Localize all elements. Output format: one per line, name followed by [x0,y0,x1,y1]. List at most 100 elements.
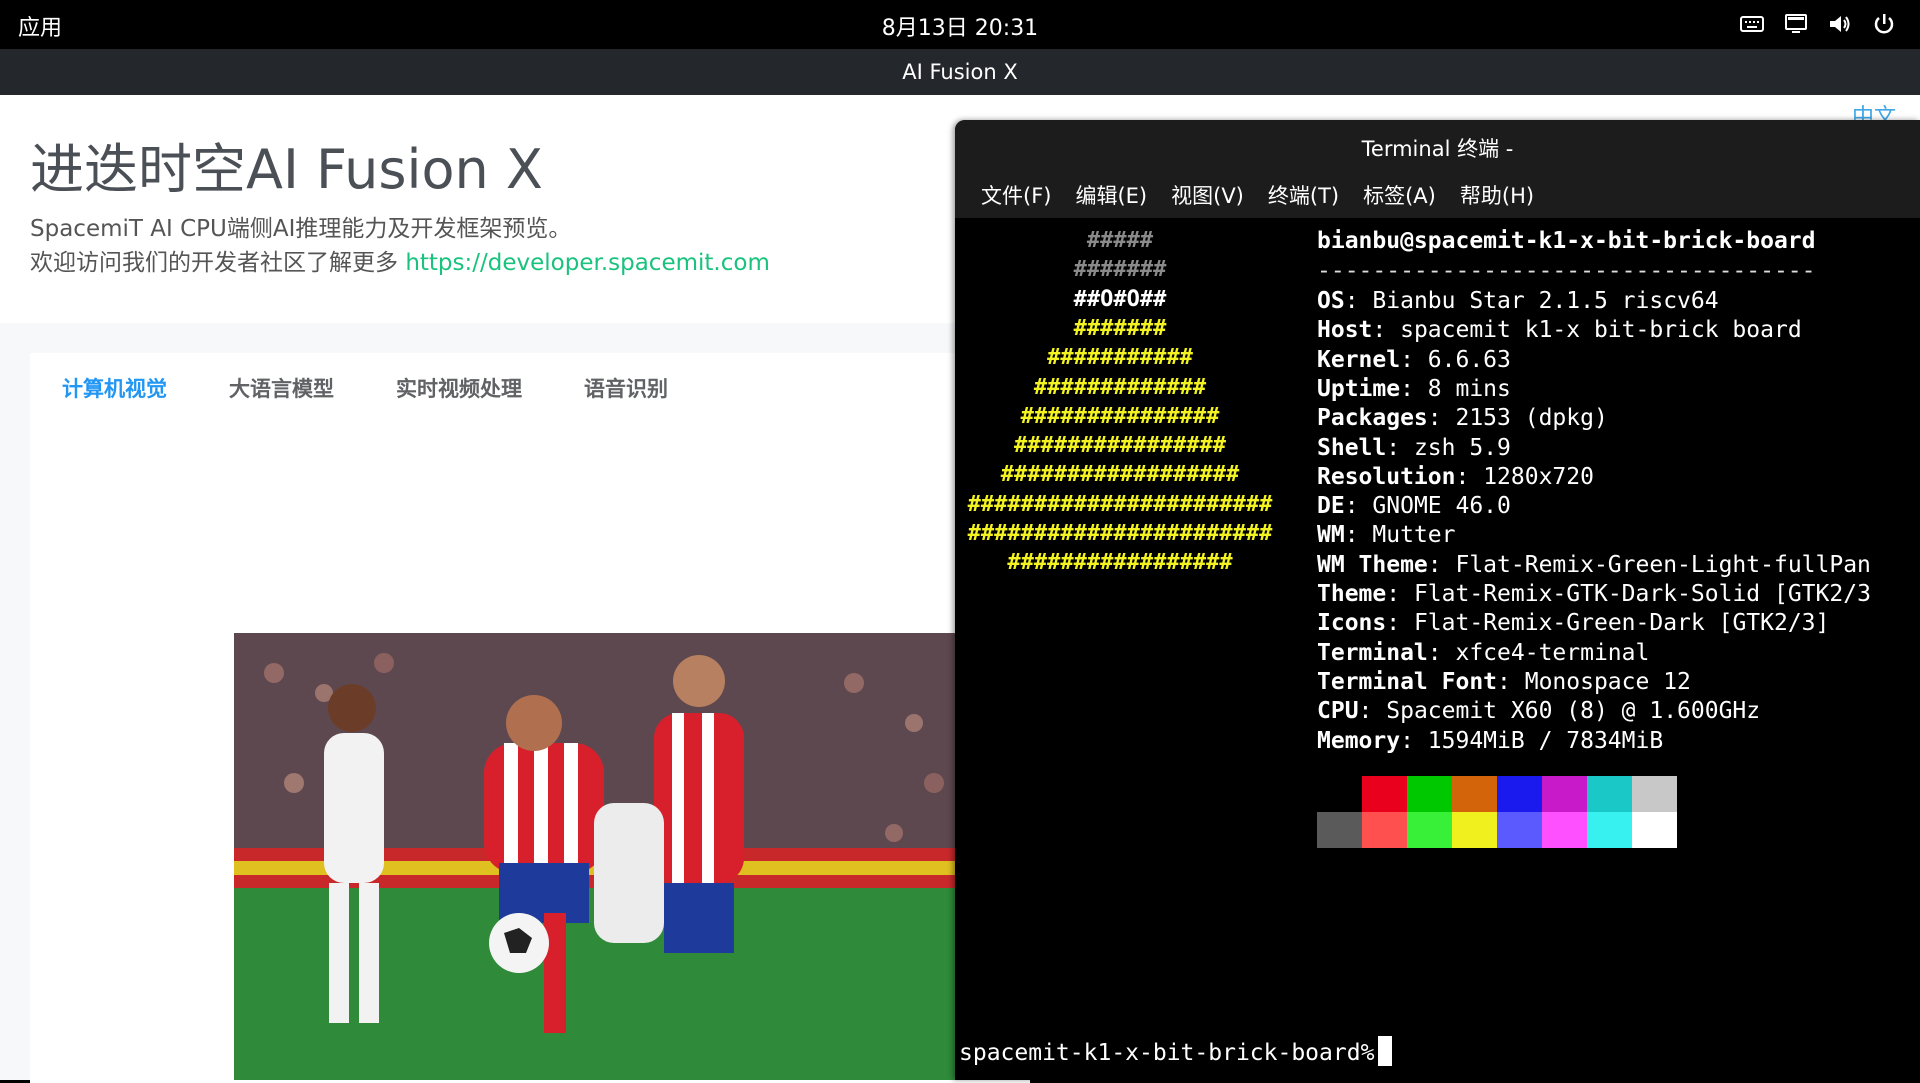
palette-swatch [1587,812,1632,848]
info-value: xfce4-terminal [1455,639,1650,666]
info-value: spacemit k1-x bit-brick board [1400,317,1802,344]
clock[interactable]: 8月13日 20:31 [0,10,1920,42]
palette-swatch [1362,776,1407,812]
info-key: Theme [1317,581,1387,607]
tab-computer-vision[interactable]: 计算机视觉 [30,369,198,409]
info-line: Host: spacemit k1-x bit-brick board [1317,317,1802,344]
ascii-logo-line: ##O#O## [1073,286,1167,312]
info-value: 2153 (dpkg) [1455,405,1608,432]
ascii-logo-line: ############# [1033,374,1207,400]
info-key: CPU [1317,698,1359,725]
ascii-logo-line: ################ [1014,433,1226,459]
menu-help[interactable]: 帮助(H) [1448,178,1546,218]
tab-realtime-video[interactable]: 实时视频处理 [365,369,553,409]
palette-swatch [1542,776,1587,812]
tab-speech-recognition[interactable]: 语音识别 [553,369,699,409]
ascii-logo-line: ####### [1073,315,1167,341]
menu-terminal[interactable]: 终端(T) [1256,178,1351,218]
info-key: Icons [1317,610,1387,637]
info-value: Spacemit X60 (8) @ 1.600GHz [1386,698,1761,725]
palette-swatch [1452,776,1497,812]
info-key: Shell [1317,434,1387,461]
info-line: OS: Bianbu Star 2.1.5 riscv64 [1317,288,1719,314]
page-title: 进迭时空AI Fusion X [30,138,543,201]
info-line: WM: Mutter [1317,522,1456,549]
terminal-window[interactable]: Terminal 终端 - 文件(F) 编辑(E) 视图(V) 终端(T) 标签… [955,120,1920,1080]
app-window-title: AI Fusion X [902,60,1018,84]
menu-view[interactable]: 视图(V) [1159,178,1256,218]
menu-file[interactable]: 文件(F) [969,178,1063,218]
display-icon[interactable] [1784,12,1808,36]
ascii-logo-line: ##### [1086,228,1154,253]
menu-tabs[interactable]: 标签(A) [1351,178,1448,218]
terminal-menubar: 文件(F) 编辑(E) 视图(V) 终端(T) 标签(A) 帮助(H) [955,178,1920,218]
info-line: Uptime: 8 mins [1317,375,1511,402]
tab-bar: 计算机视觉 大语言模型 实时视频处理 语音识别 [30,369,699,409]
info-value: Monospace 12 [1524,668,1691,695]
ascii-logo-line: ############### [1020,403,1220,429]
info-line: CPU: Spacemit X60 (8) @ 1.600GHz [1317,698,1761,725]
info-value: 8 mins [1427,375,1511,402]
palette-swatch [1407,812,1452,848]
palette-swatch [1317,776,1362,812]
ascii-logo-line: ################# [1007,550,1233,576]
palette-swatch [1497,776,1542,812]
ascii-logo-line: ####################### [967,491,1273,517]
info-line: WM Theme: Flat-Remix-Green-Light-fullPan [1317,551,1871,578]
terminal-titlebar[interactable]: Terminal 终端 - [955,120,1920,178]
palette-swatch [1497,812,1542,848]
community-line: 欢迎访问我们的开发者社区了解更多 https://developer.space… [30,243,770,277]
separator: ------------------------------------ [1317,258,1816,284]
menu-edit[interactable]: 编辑(E) [1063,178,1159,218]
info-key: Uptime [1317,375,1401,402]
info-key: OS [1317,288,1345,314]
info-key: Kernel [1317,346,1401,373]
tab-llm[interactable]: 大语言模型 [198,369,365,409]
info-value: Flat-Remix-GTK-Dark-Solid [GTK2/3 [1413,581,1871,607]
user-host: bianbu@spacemit-k1-x-bit-brick-board [1317,228,1816,254]
info-key: WM Theme [1317,551,1428,578]
info-key: Memory [1317,727,1401,754]
info-line: DE: GNOME 46.0 [1317,493,1511,520]
ascii-logo-line: ####################### [967,521,1273,546]
info-line: Theme: Flat-Remix-GTK-Dark-Solid [GTK2/3 [1317,581,1871,607]
terminal-title: Terminal 终端 - [1361,137,1514,161]
info-value: Mutter [1372,522,1456,549]
info-key: Host [1317,317,1373,344]
info-line: Terminal: xfce4-terminal [1317,639,1650,666]
info-value: GNOME 46.0 [1372,493,1511,520]
info-key: Resolution [1317,463,1456,490]
text-cursor [1378,1036,1393,1066]
info-key: DE [1317,493,1345,520]
info-line: Memory: 1594MiB / 7834MiB [1317,727,1664,754]
info-line: Packages: 2153 (dpkg) [1317,405,1608,432]
info-key: Terminal Font [1317,668,1498,695]
ascii-logo-line: ####### [1073,257,1167,283]
palette-swatch [1542,812,1587,848]
info-line: Icons: Flat-Remix-Green-Dark [GTK2/3] [1317,610,1830,637]
power-icon[interactable] [1872,12,1896,36]
demo-image [234,633,974,1080]
info-line: Kernel: 6.6.63 [1317,346,1511,373]
developer-community-link[interactable]: https://developer.spacemit.com [405,250,770,276]
info-value: Flat-Remix-Green-Dark [GTK2/3] [1413,610,1830,637]
info-value: 1594MiB / 7834MiB [1427,727,1664,754]
info-value: 1280x720 [1483,463,1594,490]
info-key: Terminal [1317,639,1428,666]
top-bar: 应用 8月13日 20:31 [0,0,1920,49]
terminal-output[interactable]: ##### ####### ##O#O## ####### ########### ###… [955,218,1920,1080]
info-line: Terminal Font: Monospace 12 [1317,668,1691,695]
palette-swatch [1632,812,1677,848]
info-line: Shell: zsh 5.9 [1317,434,1511,461]
shell-prompt[interactable]: spacemit-k1-x-bit-brick-board% [959,1036,1393,1066]
info-value: Bianbu Star 2.1.5 riscv64 [1372,288,1719,314]
info-key: WM [1317,522,1345,549]
keyboard-icon[interactable] [1740,12,1764,36]
community-text: 欢迎访问我们的开发者社区了解更多 [30,250,398,276]
app-window-titlebar[interactable]: AI Fusion X [0,49,1920,95]
volume-icon[interactable] [1828,12,1852,36]
info-value: zsh 5.9 [1413,434,1511,461]
page-subtitle: SpacemiT AI CPU端侧AI推理能力及开发框架预览。 [30,216,572,242]
palette-swatch [1362,812,1407,848]
info-value: Flat-Remix-Green-Light-fullPan [1455,551,1871,578]
